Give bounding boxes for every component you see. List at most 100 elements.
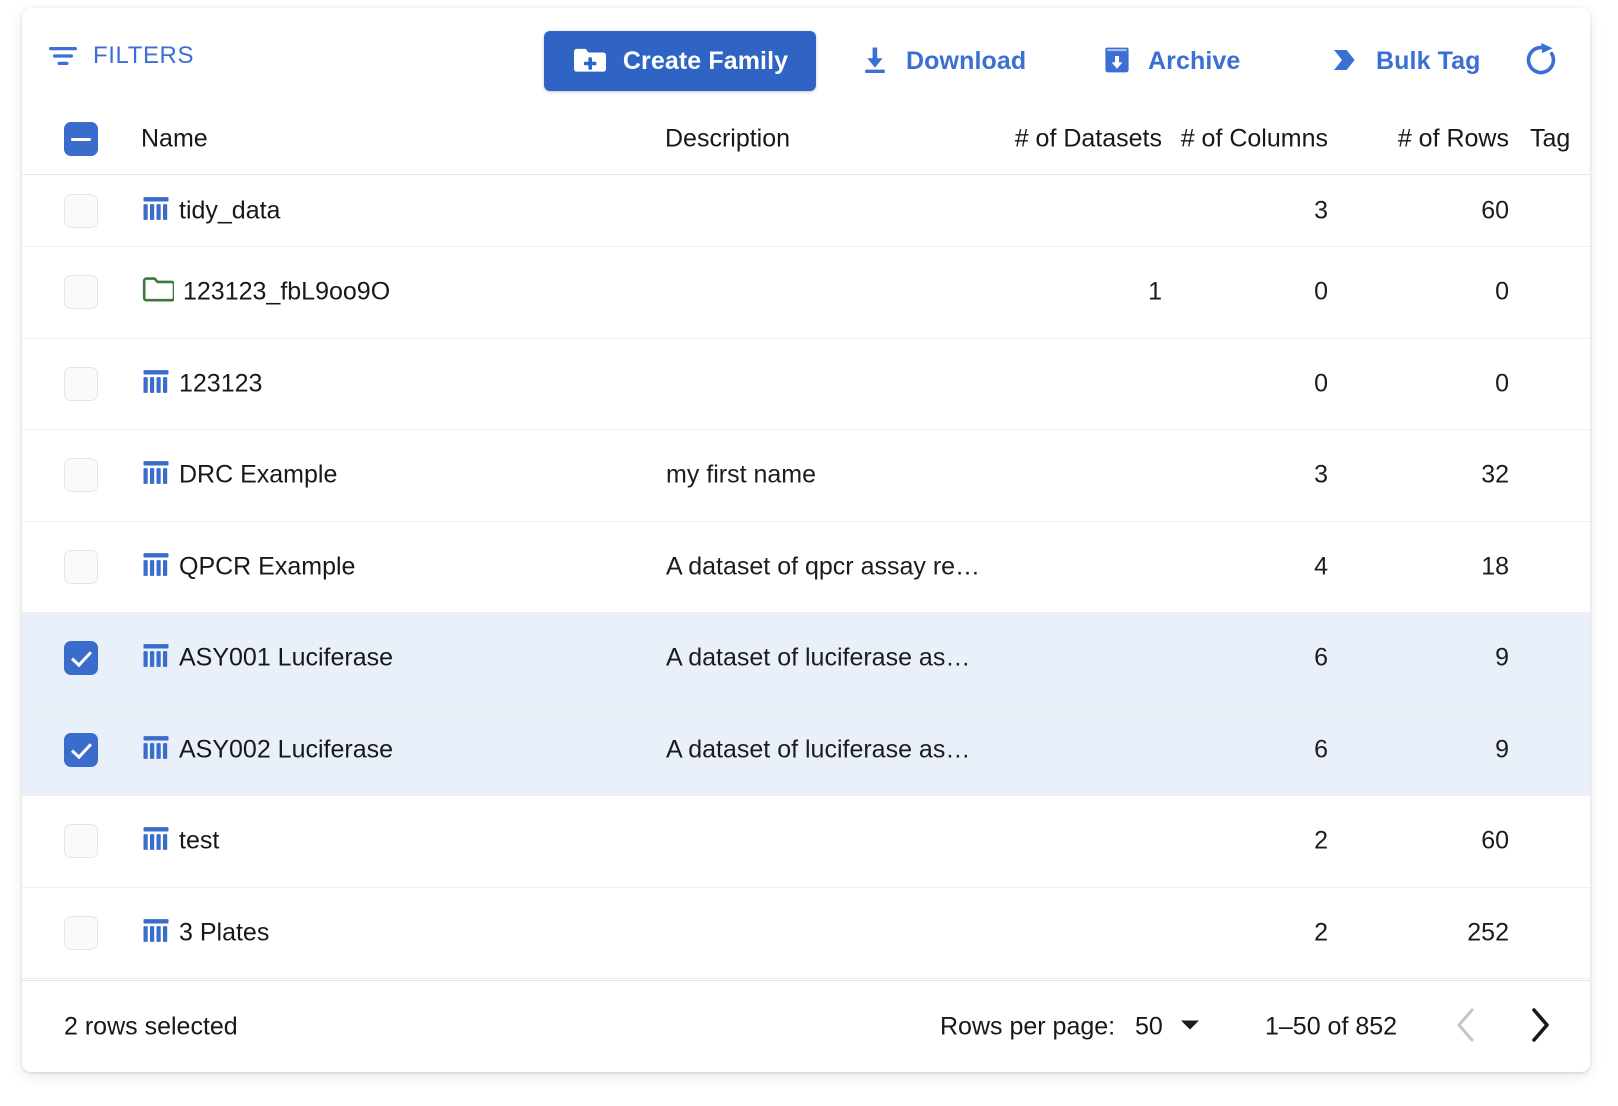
table-icon — [142, 734, 170, 765]
row-checkbox[interactable] — [64, 458, 98, 493]
row-checkbox-box[interactable] — [64, 824, 98, 859]
chevron-right-icon — [1526, 1007, 1552, 1046]
row-name-label: test — [179, 826, 220, 855]
row-checkbox[interactable] — [64, 641, 98, 676]
row-name-label: ASY002 Luciferase — [179, 735, 394, 764]
refresh-button[interactable] — [1516, 36, 1566, 86]
rows-per-page-value: 50 — [1135, 1012, 1163, 1040]
row-name-label: DRC Example — [179, 460, 338, 489]
row-name-cell[interactable]: DRC Example — [142, 460, 337, 491]
row-name-cell[interactable]: 123123 — [142, 368, 262, 399]
create-new-folder-icon — [572, 46, 606, 77]
column-header-description[interactable]: Description — [665, 125, 790, 154]
table-row[interactable]: test 2 60 — [22, 796, 1590, 888]
create-family-button[interactable]: Create Family — [544, 31, 816, 91]
row-rows-cell: 32 — [1481, 460, 1509, 489]
table-row[interactable]: DRC Example my first name 3 32 — [22, 430, 1590, 522]
row-rows-cell: 9 — [1495, 643, 1509, 672]
table-icon — [142, 460, 170, 491]
row-checkbox-box[interactable] — [64, 641, 98, 676]
download-button[interactable]: Download — [854, 35, 1032, 87]
row-name-cell[interactable]: tidy_data — [142, 195, 280, 226]
bulk-tag-label: Bulk Tag — [1376, 46, 1481, 75]
row-rows-cell: 60 — [1481, 196, 1509, 224]
row-rows-cell: 0 — [1495, 277, 1509, 306]
download-label: Download — [906, 46, 1027, 75]
row-checkbox-box[interactable] — [64, 549, 98, 584]
rows-per-page-label: Rows per page: — [940, 1012, 1116, 1040]
row-name-label: 123123 — [179, 369, 263, 398]
table-row[interactable]: 123123_fbL9oo9O 1 0 0 — [22, 247, 1590, 339]
table-icon — [142, 643, 170, 674]
archive-icon — [1102, 45, 1132, 78]
pagination-range-label: 1–50 of 852 — [1265, 1012, 1398, 1040]
row-rows-cell: 9 — [1495, 735, 1509, 764]
row-name-cell[interactable]: 123123_fbL9oo9O — [142, 277, 390, 308]
tag-chevron-icon — [1328, 45, 1360, 78]
row-checkbox[interactable] — [64, 193, 98, 228]
table-row[interactable]: ASY002 Luciferase A dataset of luciferase… — [22, 704, 1590, 796]
row-checkbox-box[interactable] — [64, 366, 98, 401]
row-name-cell[interactable]: test — [142, 826, 219, 857]
row-name-cell[interactable]: QPCR Example — [142, 551, 355, 582]
row-rows-cell: 18 — [1481, 552, 1509, 581]
table-icon — [142, 195, 170, 226]
row-checkbox-box[interactable] — [64, 915, 98, 950]
table-row[interactable]: 3 Plates 2 252 — [22, 887, 1590, 979]
filters-button[interactable]: FILTERS — [42, 38, 200, 74]
select-all-checkbox[interactable] — [64, 122, 98, 156]
filters-label: FILTERS — [93, 42, 195, 69]
table-header-row: Name Description # of Datasets # of Colu… — [22, 104, 1590, 175]
chevron-left-icon — [1454, 1007, 1480, 1046]
row-checkbox[interactable] — [64, 915, 98, 950]
row-description-cell: A dataset of qpcr assay re… — [666, 552, 981, 581]
row-rows-cell: 60 — [1481, 826, 1509, 855]
select-all-checkbox-box[interactable] — [64, 122, 98, 156]
table-icon — [142, 368, 170, 399]
table-body[interactable]: tidy_data 3 60 123123_fbL9oo9O 1 0 0 123123 0 0 DR… — [22, 175, 1590, 980]
download-icon — [860, 45, 890, 78]
row-name-label: tidy_data — [179, 196, 281, 224]
row-checkbox-box[interactable] — [64, 275, 98, 310]
row-checkbox[interactable] — [64, 732, 98, 767]
table-row[interactable]: tidy_data 3 60 — [22, 175, 1590, 247]
rows-per-page-select[interactable]: 50 — [1135, 1012, 1201, 1041]
table-icon — [142, 826, 170, 857]
row-name-label: 123123_fbL9oo9O — [183, 277, 391, 306]
row-name-cell[interactable]: 3 Plates — [142, 917, 269, 948]
rows-selected-label: 2 rows selected — [64, 1012, 238, 1040]
row-checkbox[interactable] — [64, 366, 98, 401]
table-row[interactable]: ASY001 Luciferase A dataset of luciferase… — [22, 613, 1590, 705]
table-icon — [142, 551, 170, 582]
previous-page-button[interactable] — [1444, 1004, 1490, 1050]
row-checkbox-box[interactable] — [64, 458, 98, 493]
row-checkbox[interactable] — [64, 275, 98, 310]
table-row[interactable]: QPCR Example A dataset of qpcr assay re… 4… — [22, 521, 1590, 613]
table-card: FILTERS Create Family Download Archive B… — [22, 8, 1590, 1072]
row-checkbox[interactable] — [64, 824, 98, 859]
refresh-icon — [1521, 40, 1561, 83]
table-row[interactable]: 123123 0 0 — [22, 338, 1590, 430]
next-page-button[interactable] — [1516, 1004, 1562, 1050]
create-family-label: Create Family — [622, 46, 789, 75]
filter-list-icon — [48, 43, 78, 69]
row-name-cell[interactable]: ASY002 Luciferase — [142, 734, 393, 765]
table-icon — [142, 917, 170, 948]
archive-button[interactable]: Archive — [1096, 35, 1246, 87]
families-table-screen: FILTERS Create Family Download Archive B… — [0, 0, 1618, 1106]
row-description-cell: A dataset of luciferase as… — [666, 735, 971, 764]
row-rows-cell: 252 — [1467, 918, 1509, 947]
row-checkbox-box[interactable] — [64, 193, 98, 228]
column-header-tag[interactable]: Tag — [1530, 125, 1570, 154]
row-name-cell[interactable]: ASY001 Luciferase — [142, 643, 393, 674]
row-name-label: 3 Plates — [179, 918, 270, 947]
column-header-rows[interactable]: # of Rows — [1222, 125, 1509, 154]
row-checkbox[interactable] — [64, 549, 98, 584]
row-checkbox-box[interactable] — [64, 732, 98, 767]
row-name-label: ASY001 Luciferase — [179, 643, 394, 672]
bulk-tag-button[interactable]: Bulk Tag — [1322, 35, 1487, 87]
row-rows-cell: 0 — [1495, 369, 1509, 398]
row-description-cell: A dataset of luciferase as… — [666, 643, 971, 672]
column-header-name[interactable]: Name — [141, 125, 208, 154]
chevron-down-icon — [1179, 1017, 1201, 1036]
